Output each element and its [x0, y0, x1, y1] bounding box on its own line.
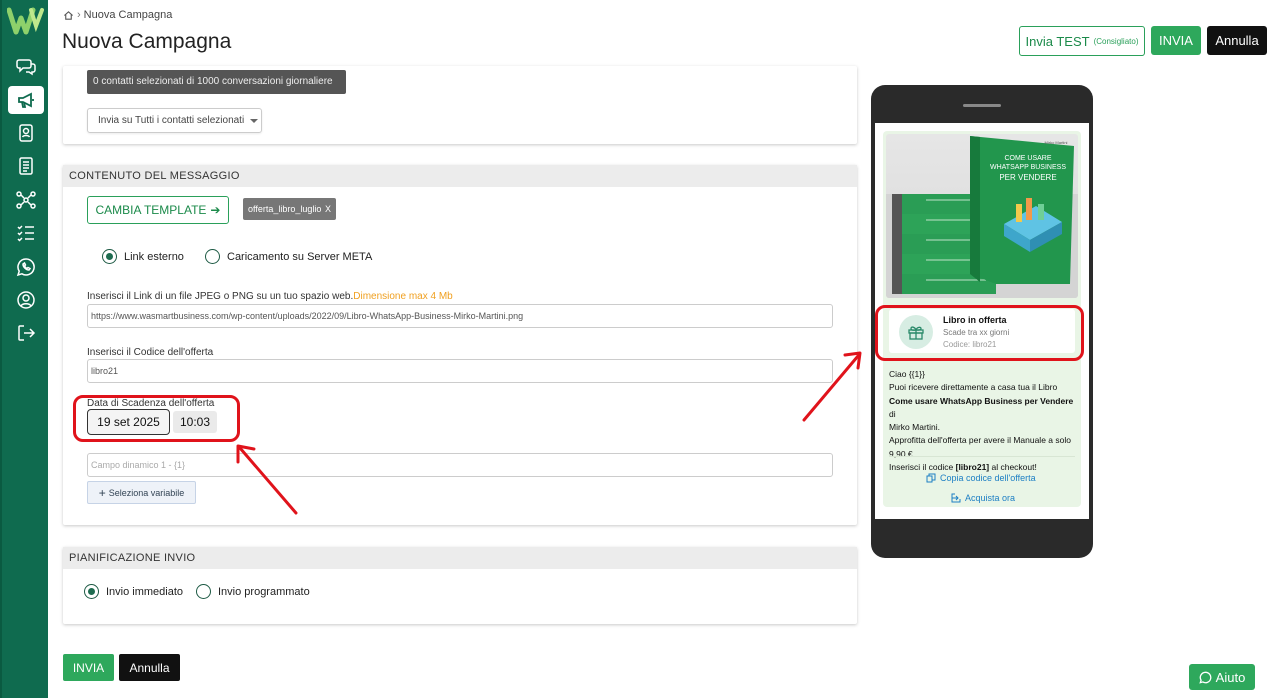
book-illustration: COME USARE WHATSAPP BUSINESS PER VENDERE…: [886, 136, 1078, 298]
radio-unchecked-icon: [205, 249, 220, 264]
whatsapp-icon: [1198, 671, 1212, 684]
contacts-icon: [19, 124, 33, 142]
help-button[interactable]: Aiuto: [1189, 664, 1255, 690]
sidebar-item-tasks[interactable]: [8, 219, 44, 247]
sidebar-item-logout[interactable]: [8, 319, 44, 347]
image-size-hint: Dimensione max 4 Mb: [353, 291, 453, 302]
image-link-label: Inserisci il Link di un file JPEG o PNG …: [87, 291, 453, 302]
change-template-button[interactable]: CAMBIA TEMPLATE ➔: [87, 196, 229, 224]
recipients-count-tag: 0 contatti selezionati di 1000 conversaz…: [87, 70, 346, 94]
offer-code-input[interactable]: libro21: [87, 359, 833, 383]
user-icon: [17, 291, 35, 309]
template-chip: offerta_libro_luglio X: [243, 198, 336, 220]
book-author: Mirko Martini: [1045, 140, 1068, 145]
radio-scheduled[interactable]: Invio programmato: [196, 584, 310, 599]
book-title-line-2: WHATSAPP BUSINESS: [990, 164, 1066, 171]
breadcrumb-separator: ›: [77, 9, 81, 21]
dynamic-field-input[interactable]: Campo dinamico 1 - {1}: [87, 453, 833, 477]
message-code-bold: [libro21]: [955, 462, 990, 473]
send-test-button[interactable]: Invia TEST (Consigliato): [1019, 26, 1145, 56]
flow-icon: [16, 191, 36, 209]
book-title-line-1: COME USARE: [1004, 155, 1051, 162]
sidebar: [0, 0, 48, 698]
radio-checked-icon: [102, 249, 117, 264]
change-template-label: CAMBIA TEMPLATE: [95, 203, 207, 217]
sidebar-item-campaigns[interactable]: [8, 86, 44, 114]
image-link-input[interactable]: https://www.wasmartbusiness.com/wp-conte…: [87, 304, 833, 328]
sidebar-item-whatsapp[interactable]: [8, 253, 44, 281]
select-variable-button[interactable]: + Seleziona variabile: [87, 481, 196, 504]
close-icon[interactable]: X: [325, 204, 331, 214]
breadcrumb: › Nuova Campagna: [63, 9, 172, 21]
plus-icon: +: [98, 485, 106, 500]
radio-scheduled-label: Invio programmato: [218, 585, 310, 598]
logo-icon[interactable]: [7, 6, 45, 36]
message-line-2: Puoi ricevere direttamente a casa tua il…: [889, 382, 1058, 393]
send-target-value: Invia su Tutti i contatti selezionati: [98, 115, 245, 126]
logout-icon: [18, 325, 36, 341]
message-content-header: CONTENUTO DEL MESSAGGIO: [63, 165, 857, 187]
sidebar-item-contacts[interactable]: [8, 119, 44, 147]
cancel-button[interactable]: Annulla: [1207, 26, 1267, 55]
buy-now-button[interactable]: Acquista ora: [951, 493, 1015, 503]
select-variable-label: Seleziona variabile: [108, 487, 185, 498]
message-line-5: Approfitta dell'offerta per avere il Man…: [889, 435, 1071, 459]
radio-unchecked-icon: [196, 584, 211, 599]
copy-code-label: Copia codice dell'offerta: [940, 473, 1036, 483]
template-chip-label: offerta_libro_luglio: [248, 204, 322, 214]
arrow-right-icon: ➔: [210, 203, 221, 217]
copy-code-button[interactable]: Copia codice dell'offerta: [926, 473, 1036, 483]
send-button-bottom[interactable]: INVIA: [63, 654, 114, 681]
buy-now-label: Acquista ora: [965, 493, 1016, 503]
radio-meta-label: Caricamento su Server META: [227, 250, 373, 263]
radio-immediate[interactable]: Invio immediato: [84, 584, 183, 599]
radio-checked-icon: [84, 584, 99, 599]
checklist-icon: [17, 225, 34, 242]
phone-speaker: [963, 104, 1001, 107]
home-icon[interactable]: [63, 10, 74, 21]
chat-icon: [16, 59, 36, 76]
radio-external-link[interactable]: Link esterno: [102, 249, 184, 264]
message-body: Ciao {{1}} Puoi ricevere direttamente a …: [889, 368, 1079, 474]
message-line-3-suffix: di: [889, 408, 896, 419]
message-line-3: Come usare WhatsApp Business per Vendere…: [889, 395, 1079, 422]
external-link-icon: [951, 493, 961, 503]
page-title: Nuova Campagna: [62, 30, 232, 53]
help-label: Aiuto: [1215, 669, 1246, 685]
schedule-header: PIANIFICAZIONE INVIO: [63, 547, 857, 569]
send-button[interactable]: INVIA: [1151, 26, 1201, 55]
image-link-label-text: Inserisci il Link di un file JPEG o PNG …: [87, 291, 354, 302]
book-title-line-3: PER VENDERE: [999, 173, 1056, 182]
sidebar-item-templates[interactable]: [8, 152, 44, 180]
copy-icon: [926, 473, 936, 483]
chevron-down-icon: [250, 118, 259, 123]
message-line-6a: Inserisci il codice: [889, 462, 956, 473]
breadcrumb-current: Nuova Campagna: [83, 9, 173, 21]
send-test-label: Invia TEST: [1025, 33, 1090, 49]
radio-immediate-label: Invio immediato: [106, 585, 184, 598]
cancel-button-bottom[interactable]: Annulla: [119, 654, 180, 681]
divider: [889, 456, 1075, 457]
document-icon: [19, 157, 33, 175]
highlight-box-offer: [875, 305, 1084, 361]
send-target-select[interactable]: Invia su Tutti i contatti selezionati: [87, 108, 262, 133]
book-image: COME USARE WHATSAPP BUSINESS PER VENDERE…: [886, 134, 1078, 298]
offer-code-label: Inserisci il Codice dell'offerta: [87, 347, 214, 358]
sidebar-item-account[interactable]: [8, 286, 44, 314]
radio-external-label: Link esterno: [124, 250, 184, 263]
message-bold-title: Come usare WhatsApp Business per Vendere: [889, 395, 1074, 406]
radio-meta-upload[interactable]: Caricamento su Server META: [205, 249, 372, 264]
send-test-hint: (Consigliato): [1093, 36, 1139, 46]
highlight-box: [73, 395, 240, 442]
message-line-1: Ciao {{1}}: [889, 369, 925, 379]
sidebar-item-chat[interactable]: [8, 52, 44, 80]
sidebar-item-automation[interactable]: [8, 186, 44, 214]
megaphone-icon: [18, 92, 34, 108]
message-line-4: Mirko Martini.: [889, 422, 941, 433]
whatsapp-icon: [16, 258, 35, 277]
message-line-6c: al checkout!: [989, 462, 1037, 473]
